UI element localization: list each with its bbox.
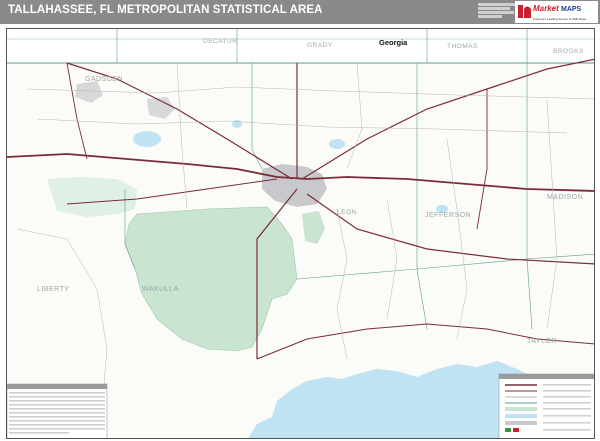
county-label-leon: LEON bbox=[337, 209, 357, 216]
map-title: TALLAHASSEE, FL METROPOLITAN STATISTICAL… bbox=[8, 4, 323, 16]
map-legend bbox=[498, 373, 594, 438]
county-label-thomas: THOMAS bbox=[447, 43, 478, 50]
state-label: Georgia bbox=[379, 38, 408, 47]
county-label-liberty: LIBERTY bbox=[37, 286, 70, 293]
place-index-table bbox=[7, 383, 108, 438]
map-sheet: TALLAHASSEE, FL METROPOLITAN STATISTICAL… bbox=[0, 0, 600, 441]
county-label-jefferson: JEFFERSON bbox=[425, 212, 471, 219]
county-label-gadsden: GADSDEN bbox=[85, 76, 123, 83]
county-label-brooks: BROOKS bbox=[553, 48, 584, 55]
forest-patch bbox=[47, 177, 137, 217]
lake bbox=[133, 131, 161, 147]
map-panel: Georgia DECATUR GRADY THOMAS BROOKS GADS… bbox=[6, 28, 595, 439]
title-bar: TALLAHASSEE, FL METROPOLITAN STATISTICAL… bbox=[0, 0, 600, 24]
copyright-fine-print bbox=[478, 2, 518, 19]
logo-sub: MAPS bbox=[561, 6, 582, 13]
lake bbox=[329, 139, 345, 149]
logo-word: Market bbox=[533, 4, 559, 13]
county-label-grady: GRADY bbox=[307, 42, 333, 49]
county-label-taylor: TAYLOR bbox=[527, 338, 557, 345]
market-maps-logo-icon: Market MAPS America's Leading Source of … bbox=[515, 1, 598, 23]
county-label-decatur: DECATUR bbox=[203, 38, 237, 45]
county-label-madison: MADISON bbox=[547, 194, 583, 201]
county-label-wakulla: WAKULLA bbox=[142, 286, 179, 293]
logo-tagline: America's Leading Source of Wall Maps bbox=[533, 17, 586, 21]
